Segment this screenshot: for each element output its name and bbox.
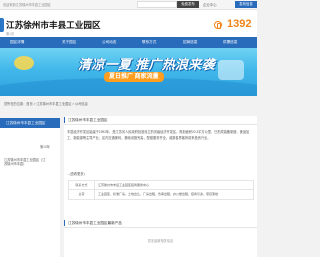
- post-info-button[interactable]: 发布信息: [235, 1, 257, 8]
- site-header: 江苏徐州市丰县工业园区 第1页 1392: [0, 10, 257, 37]
- banner-illustration: [218, 60, 244, 80]
- news-section-header: 江苏徐州市丰县工业园区最新产品: [64, 219, 257, 228]
- news-title: 江苏徐州市丰县工业园区最新产品: [68, 221, 122, 225]
- search-input[interactable]: [137, 1, 177, 8]
- table-row: 联系方式 江苏徐州市丰县工业园区招商服务中心: [68, 179, 254, 191]
- nav-item-contact[interactable]: 联系方式: [142, 37, 156, 48]
- nav-item-investment[interactable]: 招商信息: [183, 37, 197, 48]
- banner-headline: 清凉一夏 推广热浪来袭: [78, 57, 215, 72]
- view-more-link[interactable]: ...(查看更多): [67, 171, 85, 176]
- section-accent-bar: [64, 220, 65, 226]
- nav-item-details[interactable]: 园区详情: [10, 37, 24, 48]
- phone-icon: [214, 21, 222, 29]
- intro-title: 江苏徐州市丰县工业园区: [68, 118, 108, 122]
- site-subtitle: 第1页: [6, 32, 15, 36]
- banner-sun-decoration: [14, 56, 34, 70]
- banner-badge: 夏日推广 商家流量: [104, 72, 164, 82]
- main-nav: 园区详情 关于园区 公司动态 联系方式 招商信息 供需信息: [0, 37, 257, 48]
- nav-item-about[interactable]: 关于园区: [62, 37, 76, 48]
- enterprise-center-link[interactable]: 企业中心: [203, 2, 217, 7]
- sidebar-company-name[interactable]: 江苏徐州市丰县工业园区（江苏徐州市丰县）: [4, 158, 48, 167]
- promo-banner[interactable]: 清凉一夏 推广热浪来袭 夏日推广 商家流量: [0, 48, 257, 96]
- site-logo[interactable]: [0, 18, 4, 32]
- top-bar: 欢迎来到江苏徐州市丰县工业园区 免费发布 企业中心 发布信息: [0, 0, 257, 10]
- breadcrumb: 您所在的位置：首页 > 江苏徐州市丰县工业园区 > 公司信息: [4, 102, 88, 106]
- info-key: 主营: [68, 189, 95, 200]
- welcome-text: 欢迎来到江苏徐州市丰县工业园区: [3, 3, 51, 7]
- company-info-table: 联系方式 江苏徐州市丰县工业园区招商服务中心 主营 工业园区，标准厂房，土地出让…: [68, 179, 254, 200]
- table-row: 主营 工业园区，标准厂房，土地出让，厂房出租，仓库出租，办公楼出租，招商引资，项…: [68, 189, 254, 200]
- info-value: 江苏徐州市丰县工业园区招商服务中心: [94, 179, 254, 191]
- main-content: 江苏徐州市丰县工业园区 丰县经济开发区始建于1992年，是江苏省人民政府批准设立…: [64, 116, 257, 257]
- section-accent-bar: [64, 117, 65, 123]
- company-sidebar: 江苏徐州市丰县工业园区 第10年 江苏徐州市丰县工业园区（江苏徐州市丰县）: [0, 118, 60, 257]
- info-key: 联系方式: [68, 179, 95, 191]
- membership-years: 第10年: [40, 145, 50, 149]
- info-value: 工业园区，标准厂房，土地出让，厂房出租，仓库出租，办公楼出租，招商引资，项目落地: [94, 189, 254, 200]
- site-title[interactable]: 江苏徐州市丰县工业园区: [6, 19, 101, 31]
- intro-paragraph: 丰县经济开发区始建于1992年，是江苏省人民政府批准设立的省级经济开发区，规划面…: [67, 130, 250, 140]
- intro-section-header: 江苏徐州市丰县工业园区: [64, 116, 257, 125]
- nav-item-supply[interactable]: 供需信息: [223, 37, 237, 48]
- empty-state-text: 暂无最新相关信息: [147, 239, 174, 243]
- phone-number: 1392: [227, 18, 252, 30]
- sidebar-header: 江苏徐州市丰县工业园区: [0, 118, 60, 128]
- nav-item-news[interactable]: 公司动态: [102, 37, 116, 48]
- free-post-button[interactable]: 免费发布: [177, 1, 199, 8]
